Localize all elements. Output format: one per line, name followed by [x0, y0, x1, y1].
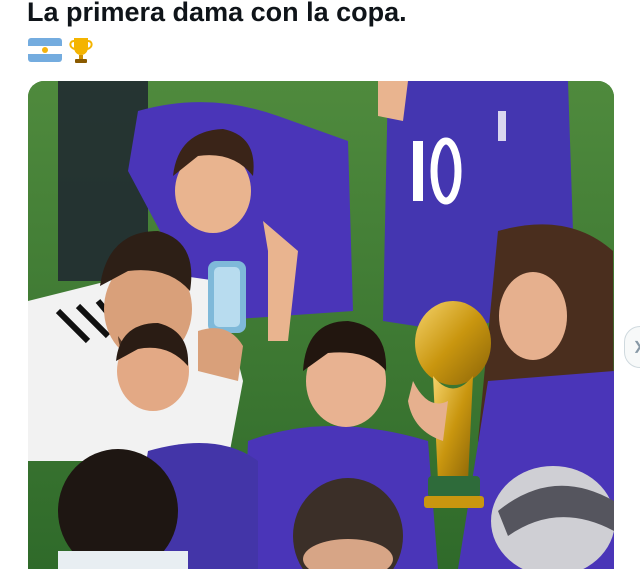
carousel-next-button[interactable]: ❯ — [624, 326, 640, 368]
post-text: La primera dama con la copa. — [27, 0, 407, 27]
argentina-flag-icon — [28, 38, 62, 62]
emoji-row — [28, 33, 96, 67]
chevron-right-icon: ❯ — [633, 339, 640, 353]
celebration-photo — [28, 81, 614, 569]
post-photo[interactable] — [28, 81, 614, 569]
trophy-icon — [69, 38, 93, 63]
